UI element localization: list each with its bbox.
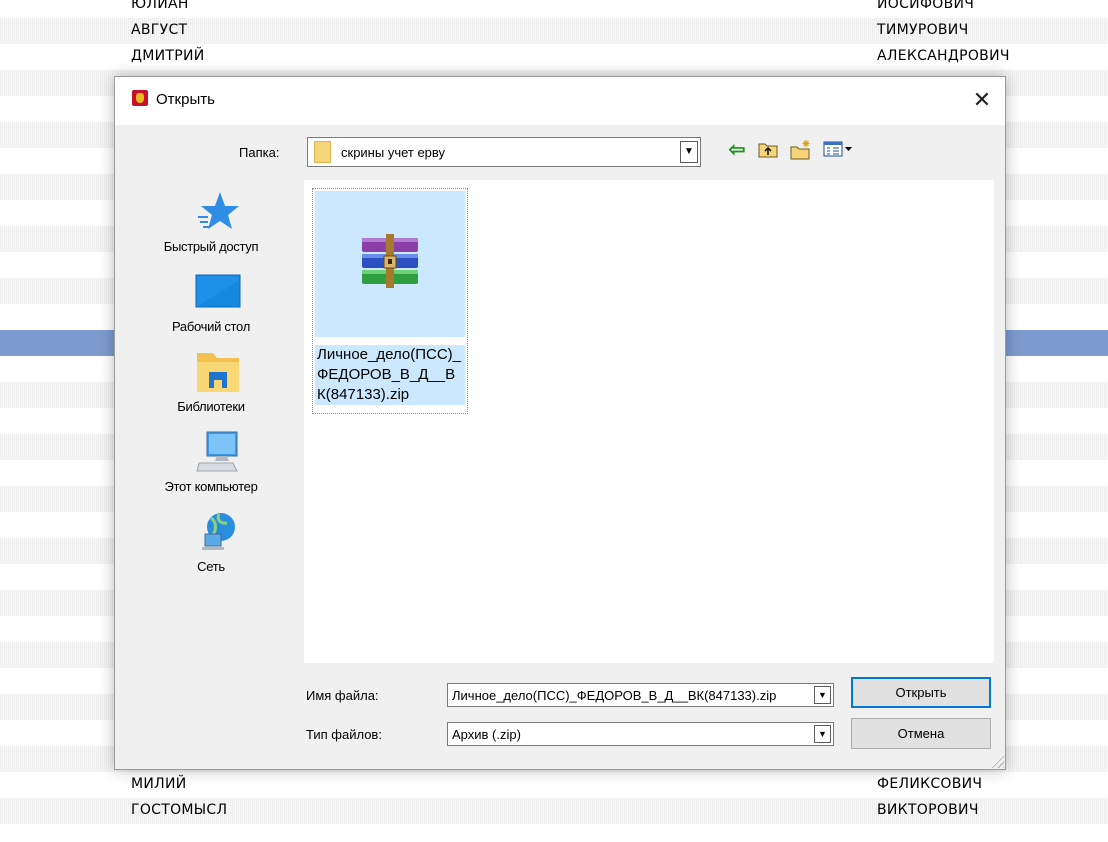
filetype-label: Тип файлов:: [306, 727, 382, 742]
file-item[interactable]: Личное_дело(ПСС)_ФЕДОРОВ_В_Д__ВК(847133)…: [312, 188, 468, 414]
back-arrow-icon[interactable]: ⇦: [724, 139, 750, 163]
place-label: Библиотеки: [177, 399, 245, 414]
winrar-archive-icon: [362, 234, 418, 288]
network-icon: [202, 513, 235, 550]
up-folder-icon[interactable]: [755, 139, 781, 163]
resize-grip[interactable]: [990, 754, 1004, 768]
table-row[interactable]: ДМИТРИЙ АЛЕКСАНДРОВИЧ: [0, 44, 1108, 70]
filename-combobox[interactable]: Личное_дело(ПСС)_ФЕДОРОВ_В_Д__ВК(847133)…: [447, 683, 834, 707]
filetype-dropdown-button[interactable]: ▼: [814, 725, 831, 743]
dialog-titlebar[interactable]: Открыть ✕: [115, 77, 1005, 125]
table-row[interactable]: ГОСТОМЫСЛ ВИКТОРОВИЧ: [0, 798, 1108, 824]
first-name-cell: ГОСТОМЫСЛ: [131, 802, 228, 818]
view-menu-icon[interactable]: [821, 139, 855, 163]
filename-label: Имя файла:: [306, 688, 379, 703]
folder-label: Папка:: [239, 145, 280, 160]
place-label: Этот компьютер: [164, 479, 258, 494]
open-button[interactable]: Открыть: [851, 677, 991, 708]
place-desktop[interactable]: Рабочий стол: [125, 270, 297, 348]
first-name-cell: АВГУСТ: [131, 22, 188, 38]
folder-icon: [314, 141, 331, 163]
file-thumbnail: [315, 191, 465, 337]
table-row[interactable]: АВГУСТ ТИМУРОВИЧ: [0, 18, 1108, 44]
patronymic-cell: ТИМУРОВИЧ: [877, 22, 969, 38]
folder-dropdown-button[interactable]: ▼: [680, 141, 698, 163]
close-button[interactable]: ✕: [959, 77, 1005, 125]
place-label: Рабочий стол: [171, 319, 250, 334]
open-file-dialog: Открыть ✕ Папка: скрины учет ерву ▼ ⇦ Бы…: [114, 76, 1006, 770]
filetype-combobox[interactable]: Архив (.zip) ▼: [447, 722, 834, 746]
patronymic-cell: ФЕЛИКСОВИЧ: [877, 776, 983, 792]
table-row[interactable]: МИЛИЙ ФЕЛИКСОВИЧ: [0, 772, 1108, 798]
app-emblem-icon: [132, 90, 148, 106]
dialog-title: Открыть: [156, 91, 215, 108]
patronymic-cell: ИОСИФОВИЧ: [877, 0, 975, 12]
place-label: Быстрый доступ: [163, 239, 259, 254]
new-folder-icon[interactable]: [788, 139, 814, 163]
first-name-cell: ДМИТРИЙ: [131, 48, 205, 64]
libraries-icon: [197, 353, 239, 392]
place-network[interactable]: Сеть: [125, 510, 297, 588]
folder-name: скрины учет ерву: [341, 145, 446, 160]
first-name-cell: ЮЛИАН: [131, 0, 189, 12]
filetype-value: Архив (.zip): [452, 727, 521, 742]
folder-combobox[interactable]: скрины учет ерву ▼: [307, 137, 701, 167]
filename-dropdown-button[interactable]: ▼: [814, 686, 831, 704]
file-list-view[interactable]: Личное_дело(ПСС)_ФЕДОРОВ_В_Д__ВК(847133)…: [304, 180, 994, 663]
file-name: Личное_дело(ПСС)_ФЕДОРОВ_В_Д__ВК(847133)…: [315, 345, 465, 405]
patronymic-cell: АЛЕКСАНДРОВИЧ: [877, 48, 1010, 64]
place-label: Сеть: [197, 559, 225, 574]
place-this-pc[interactable]: Этот компьютер: [125, 430, 297, 508]
cancel-button[interactable]: Отмена: [851, 718, 991, 749]
place-quick-access[interactable]: Быстрый доступ: [125, 190, 297, 268]
desktop-icon: [195, 274, 241, 308]
star-icon: [198, 192, 239, 229]
computer-icon: [196, 431, 238, 472]
filename-input[interactable]: Личное_дело(ПСС)_ФЕДОРОВ_В_Д__ВК(847133)…: [452, 688, 802, 703]
first-name-cell: МИЛИЙ: [131, 776, 187, 792]
place-libraries[interactable]: Библиотеки: [125, 350, 297, 428]
patronymic-cell: ВИКТОРОВИЧ: [877, 802, 979, 818]
table-row[interactable]: ЮЛИАН ИОСИФОВИЧ: [0, 0, 1108, 18]
